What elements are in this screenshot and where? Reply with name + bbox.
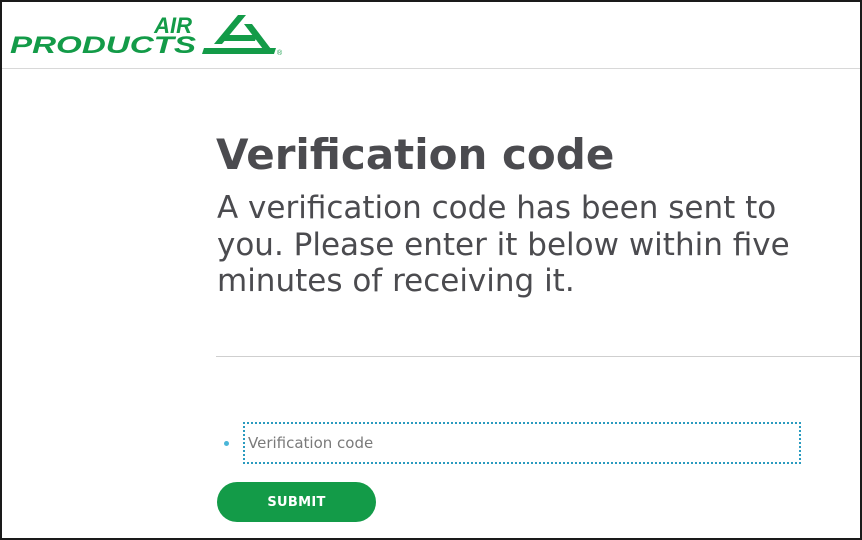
air-products-logo[interactable]: AIR PRODUCTS ® — [6, 13, 296, 59]
verification-instructions: A verification code has been sent to you… — [217, 190, 790, 299]
submit-button[interactable]: SUBMIT — [217, 482, 376, 522]
header: AIR PRODUCTS ® — [2, 2, 860, 69]
verification-code-input[interactable] — [243, 422, 801, 464]
verification-code-row — [222, 422, 822, 468]
logo-text-products: PRODUCTS — [10, 32, 197, 59]
logo-triangle-icon — [202, 15, 276, 54]
divider — [216, 356, 860, 357]
list-bullet-icon — [224, 441, 229, 446]
page-title: Verification code — [216, 130, 615, 179]
page-frame: AIR PRODUCTS ® Verification code A verif… — [0, 0, 862, 540]
verification-panel: Verification code A verification code ha… — [216, 128, 860, 300]
registered-trademark-icon: ® — [277, 49, 283, 57]
logo-graphic: AIR PRODUCTS ® — [10, 13, 283, 59]
